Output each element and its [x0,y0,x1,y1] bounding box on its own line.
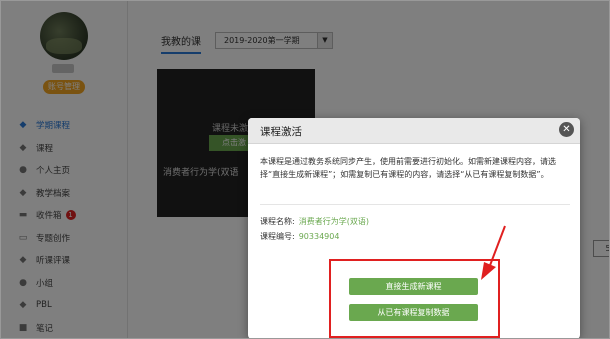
course-code-value: 90334904 [298,232,340,241]
course-name-value: 消费者行为学(双语) [298,217,369,226]
dialog-header: 课程激活 ✕ [248,118,580,144]
divider [260,204,570,205]
annotation-highlight-box [329,259,500,338]
dialog-title: 课程激活 [260,126,302,138]
dialog-description: 本课程是通过教务系统同步产生，使用前需要进行初始化。如需新建课程内容，请选择“直… [260,157,556,179]
course-code-label: 课程编号: [260,232,295,241]
course-name-row: 课程名称: 消费者行为学(双语) [260,216,369,227]
course-name-label: 课程名称: [260,217,295,226]
close-icon[interactable]: ✕ [559,122,574,137]
course-code-row: 课程编号: 90334904 [260,231,339,242]
